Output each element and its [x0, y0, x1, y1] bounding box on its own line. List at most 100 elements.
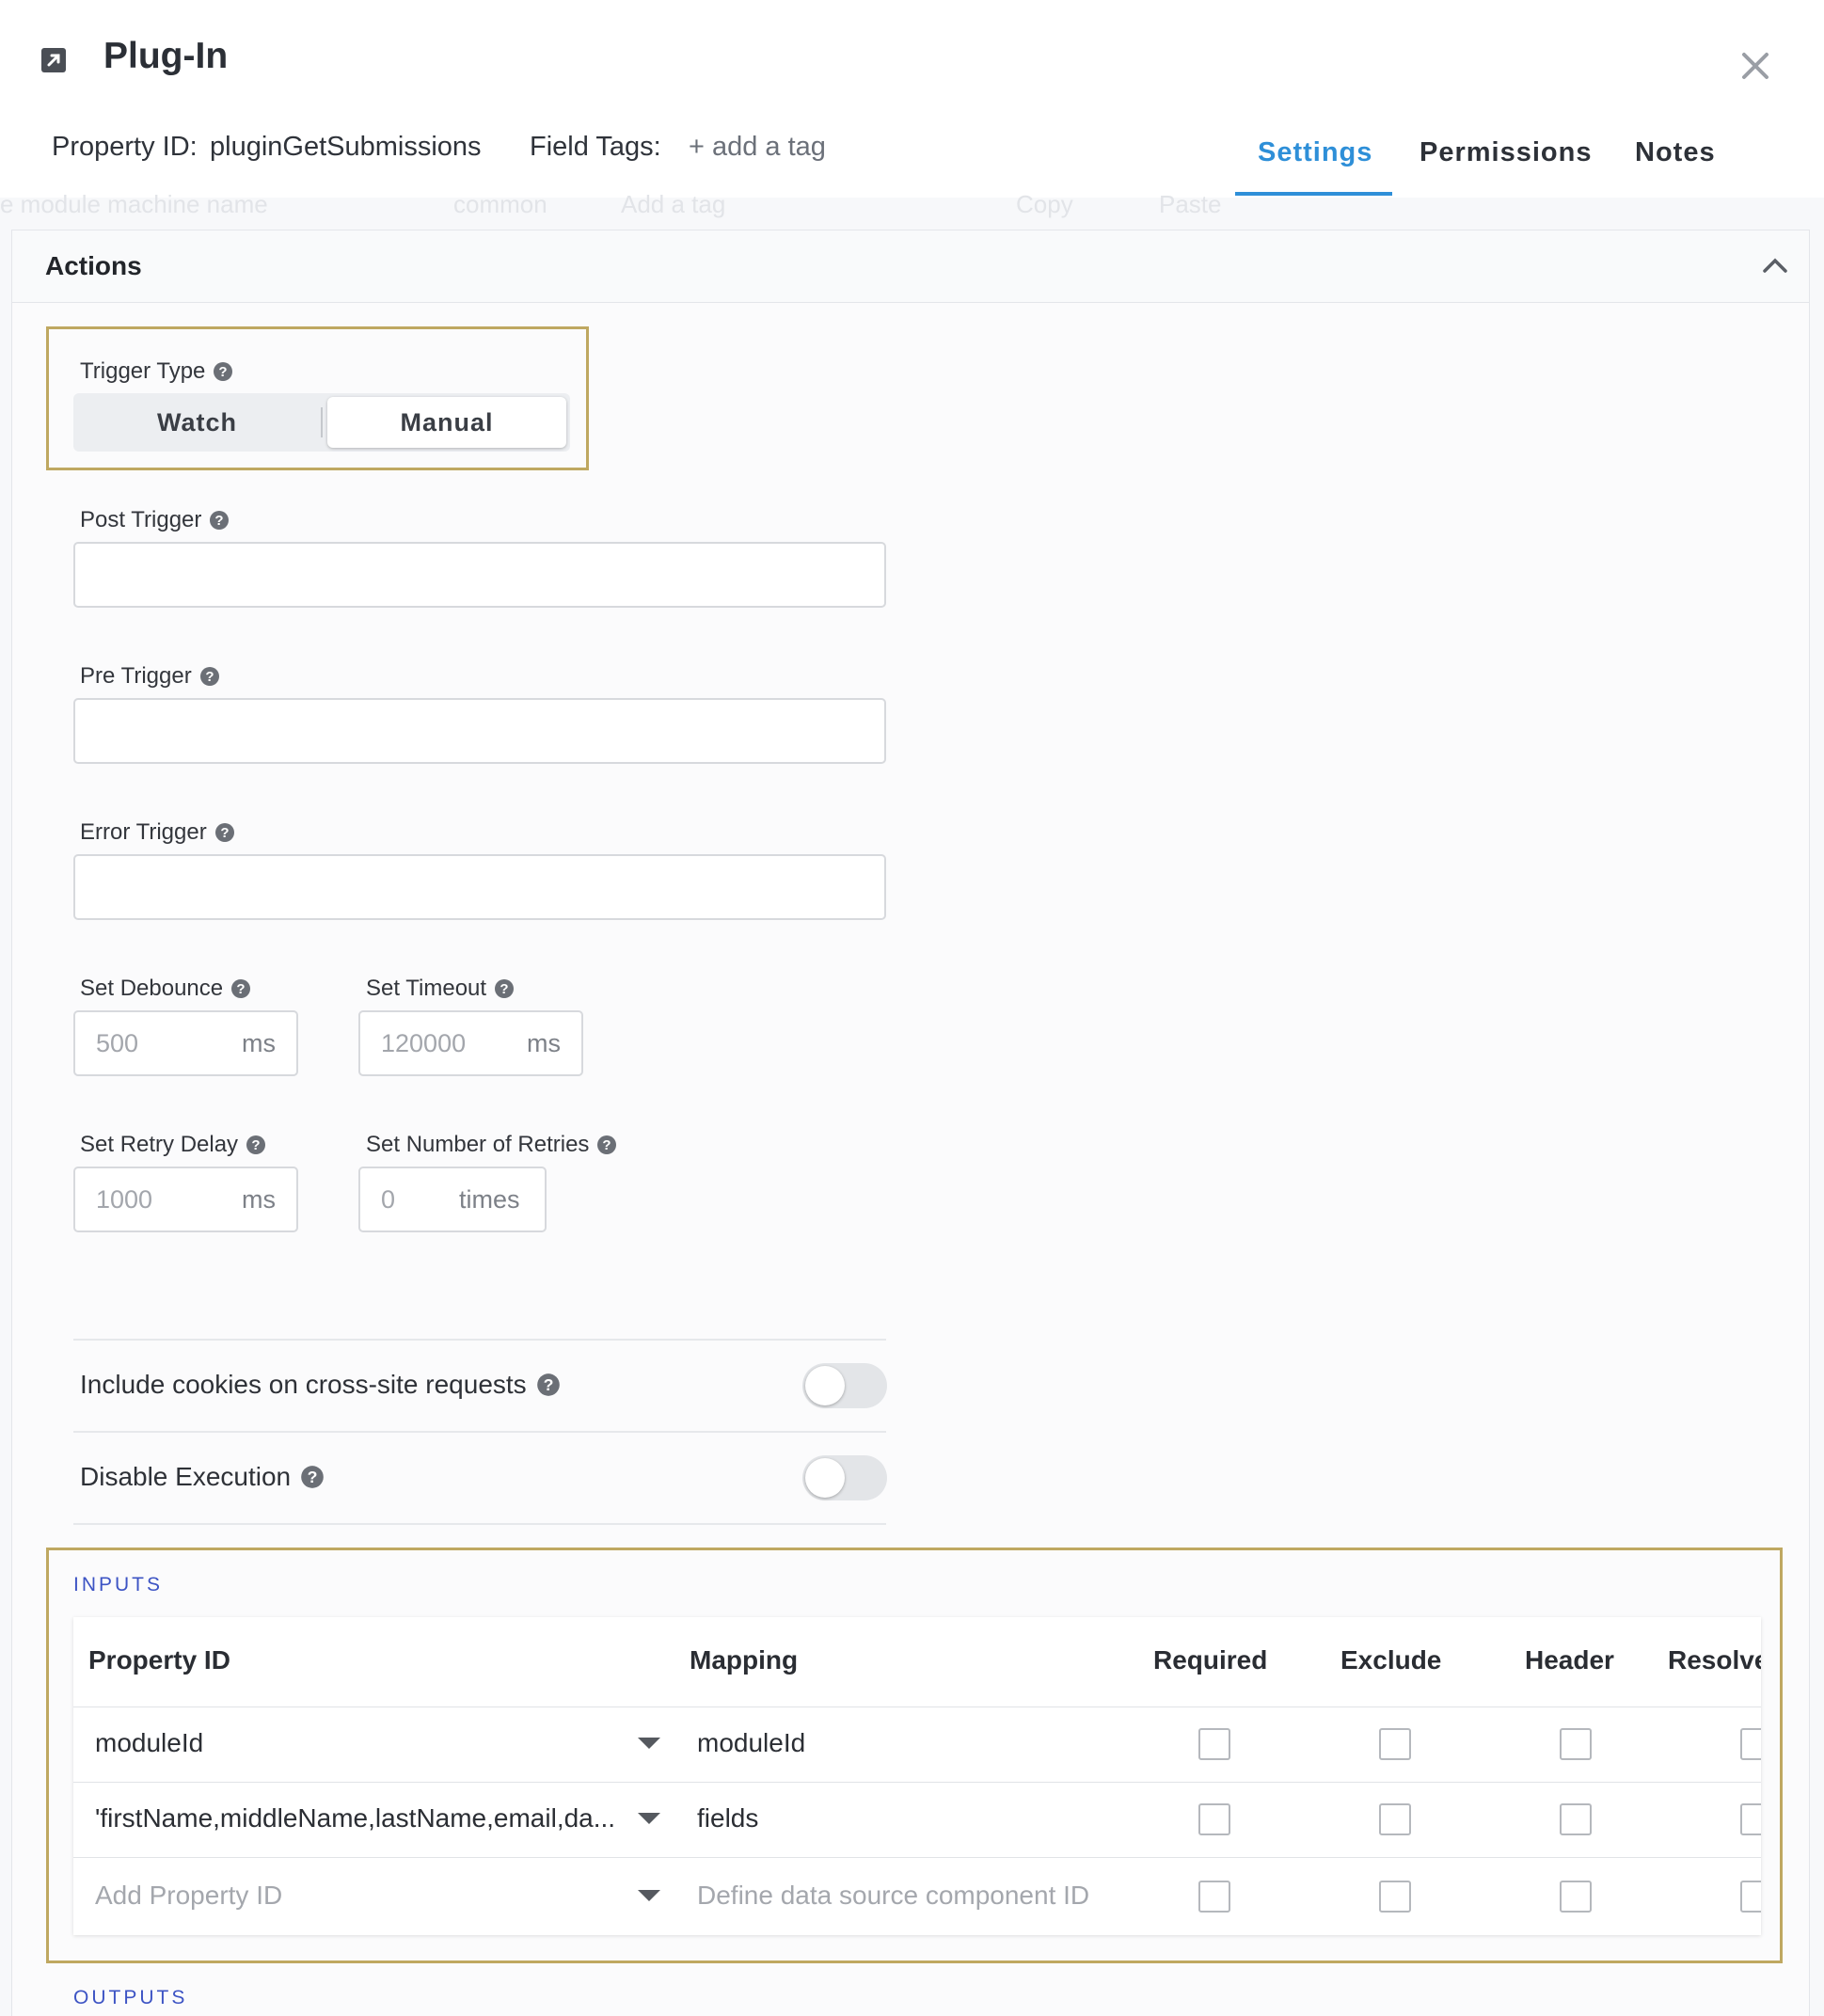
tab-settings[interactable]: Settings — [1258, 137, 1372, 168]
ghost-machine-name: e module machine name — [0, 190, 268, 218]
help-icon[interactable]: ? — [213, 361, 233, 382]
svg-text:?: ? — [308, 1468, 318, 1486]
include-cookies-toggle[interactable] — [802, 1363, 887, 1408]
property-id-value[interactable]: pluginGetSubmissions — [210, 132, 482, 163]
row2-required-checkbox[interactable] — [1198, 1803, 1230, 1835]
debounce-value: 500 — [96, 1029, 139, 1057]
tab-notes[interactable]: Notes — [1635, 137, 1716, 168]
add-property-id-input[interactable]: Add Property ID — [95, 1881, 282, 1911]
dialog-title: Plug-In — [103, 36, 229, 76]
divider — [73, 1339, 886, 1341]
chevron-down-icon[interactable] — [638, 1813, 660, 1824]
help-icon[interactable]: ? — [596, 1135, 617, 1155]
timeout-label: Set Timeout ? — [366, 976, 515, 1002]
add-resolve-checkbox[interactable] — [1740, 1881, 1761, 1913]
ghost-paste: Paste — [1159, 190, 1222, 218]
chevron-down-icon[interactable] — [638, 1738, 660, 1749]
retry-delay-unit: ms — [242, 1185, 276, 1214]
svg-text:?: ? — [251, 1137, 260, 1153]
add-header-checkbox[interactable] — [1560, 1881, 1592, 1913]
help-icon[interactable]: ? — [230, 978, 251, 999]
outputs-section-label: OUTPUTS — [73, 1987, 188, 2008]
close-icon[interactable] — [1738, 49, 1772, 83]
col-resolve: Resolve — [1668, 1645, 1761, 1675]
retry-delay-input[interactable]: 1000 ms — [73, 1167, 298, 1232]
help-icon[interactable]: ? — [209, 510, 230, 531]
timeout-unit: ms — [527, 1029, 561, 1057]
external-link-icon — [41, 48, 66, 72]
row2-mapping[interactable]: fields — [697, 1803, 758, 1833]
svg-text:?: ? — [543, 1375, 553, 1394]
property-id-label: Property ID: — [52, 132, 198, 162]
debounce-input[interactable]: 500 ms — [73, 1010, 298, 1076]
add-required-checkbox[interactable] — [1198, 1881, 1230, 1913]
svg-text:?: ? — [215, 513, 224, 529]
row-divider — [73, 1857, 1761, 1858]
trigger-type-segmented: Watch Manual — [73, 393, 570, 452]
retries-value: 0 — [381, 1185, 396, 1214]
active-tab-indicator — [1235, 192, 1392, 196]
debounce-unit: ms — [242, 1029, 276, 1057]
post-trigger-label: Post Trigger ? — [80, 507, 230, 533]
add-exclude-checkbox[interactable] — [1379, 1881, 1411, 1913]
svg-text:?: ? — [237, 981, 246, 997]
col-header: Header — [1525, 1645, 1614, 1675]
timeout-input[interactable]: 120000 ms — [358, 1010, 583, 1076]
pre-trigger-label: Pre Trigger ? — [80, 663, 220, 690]
col-property-id: Property ID — [88, 1645, 230, 1675]
row1-exclude-checkbox[interactable] — [1379, 1728, 1411, 1760]
row2-property-id[interactable]: 'firstName,middleName,lastName,email,da.… — [95, 1803, 615, 1833]
disable-execution-label: Disable Execution ? — [80, 1462, 325, 1492]
toggle-knob — [805, 1458, 845, 1498]
svg-text:?: ? — [219, 364, 228, 380]
retries-unit: times — [459, 1185, 520, 1214]
row1-mapping[interactable]: moduleId — [697, 1728, 805, 1758]
pre-trigger-input[interactable] — [73, 698, 886, 764]
trigger-manual-option[interactable]: Manual — [327, 397, 566, 448]
row1-header-checkbox[interactable] — [1560, 1728, 1592, 1760]
svg-text:?: ? — [603, 1137, 611, 1153]
add-mapping-input[interactable]: Define data source component ID — [697, 1881, 1089, 1911]
col-exclude: Exclude — [1340, 1645, 1442, 1675]
retry-delay-label: Set Retry Delay ? — [80, 1132, 266, 1158]
row2-exclude-checkbox[interactable] — [1379, 1803, 1411, 1835]
help-icon[interactable]: ? — [300, 1465, 325, 1489]
add-tag-link[interactable]: + add a tag — [689, 132, 826, 163]
row1-required-checkbox[interactable] — [1198, 1728, 1230, 1760]
dialog-header: Plug-In Property ID: pluginGetSubmission… — [0, 0, 1824, 198]
tab-permissions[interactable]: Permissions — [1420, 137, 1592, 168]
retries-label: Set Number of Retries ? — [366, 1132, 617, 1158]
trigger-type-label: Trigger Type ? — [80, 358, 233, 385]
error-trigger-label: Error Trigger ? — [80, 819, 235, 846]
svg-text:?: ? — [205, 669, 214, 685]
toggle-knob — [805, 1366, 845, 1405]
ghost-copy: Copy — [1016, 190, 1073, 218]
include-cookies-label: Include cookies on cross-site requests ? — [80, 1370, 561, 1400]
help-icon[interactable]: ? — [199, 666, 220, 687]
chevron-down-icon[interactable] — [638, 1890, 660, 1901]
trigger-watch-option[interactable]: Watch — [73, 393, 321, 452]
actions-panel-header[interactable]: Actions — [12, 230, 1809, 303]
help-icon[interactable]: ? — [246, 1135, 266, 1155]
help-icon[interactable]: ? — [536, 1373, 561, 1397]
row2-resolve-checkbox[interactable] — [1740, 1803, 1761, 1835]
disable-execution-toggle[interactable] — [802, 1455, 887, 1500]
chevron-up-icon[interactable] — [1762, 255, 1788, 276]
segment-divider — [321, 407, 323, 437]
help-icon[interactable]: ? — [214, 822, 235, 843]
row1-resolve-checkbox[interactable] — [1740, 1728, 1761, 1760]
retries-input[interactable]: 0 times — [358, 1167, 547, 1232]
divider — [73, 1523, 886, 1525]
row2-header-checkbox[interactable] — [1560, 1803, 1592, 1835]
field-tags-label: Field Tags: — [530, 132, 661, 162]
inputs-table: Property ID Mapping Required Exclude Hea… — [73, 1617, 1761, 1935]
svg-text:?: ? — [500, 981, 508, 997]
row1-property-id[interactable]: moduleId — [95, 1728, 203, 1758]
debounce-label: Set Debounce ? — [80, 976, 251, 1002]
error-trigger-input[interactable] — [73, 854, 886, 920]
help-icon[interactable]: ? — [494, 978, 515, 999]
ghost-add-tag: Add a tag — [621, 190, 726, 218]
retry-delay-value: 1000 — [96, 1185, 153, 1214]
col-required: Required — [1153, 1645, 1268, 1675]
post-trigger-input[interactable] — [73, 542, 886, 608]
